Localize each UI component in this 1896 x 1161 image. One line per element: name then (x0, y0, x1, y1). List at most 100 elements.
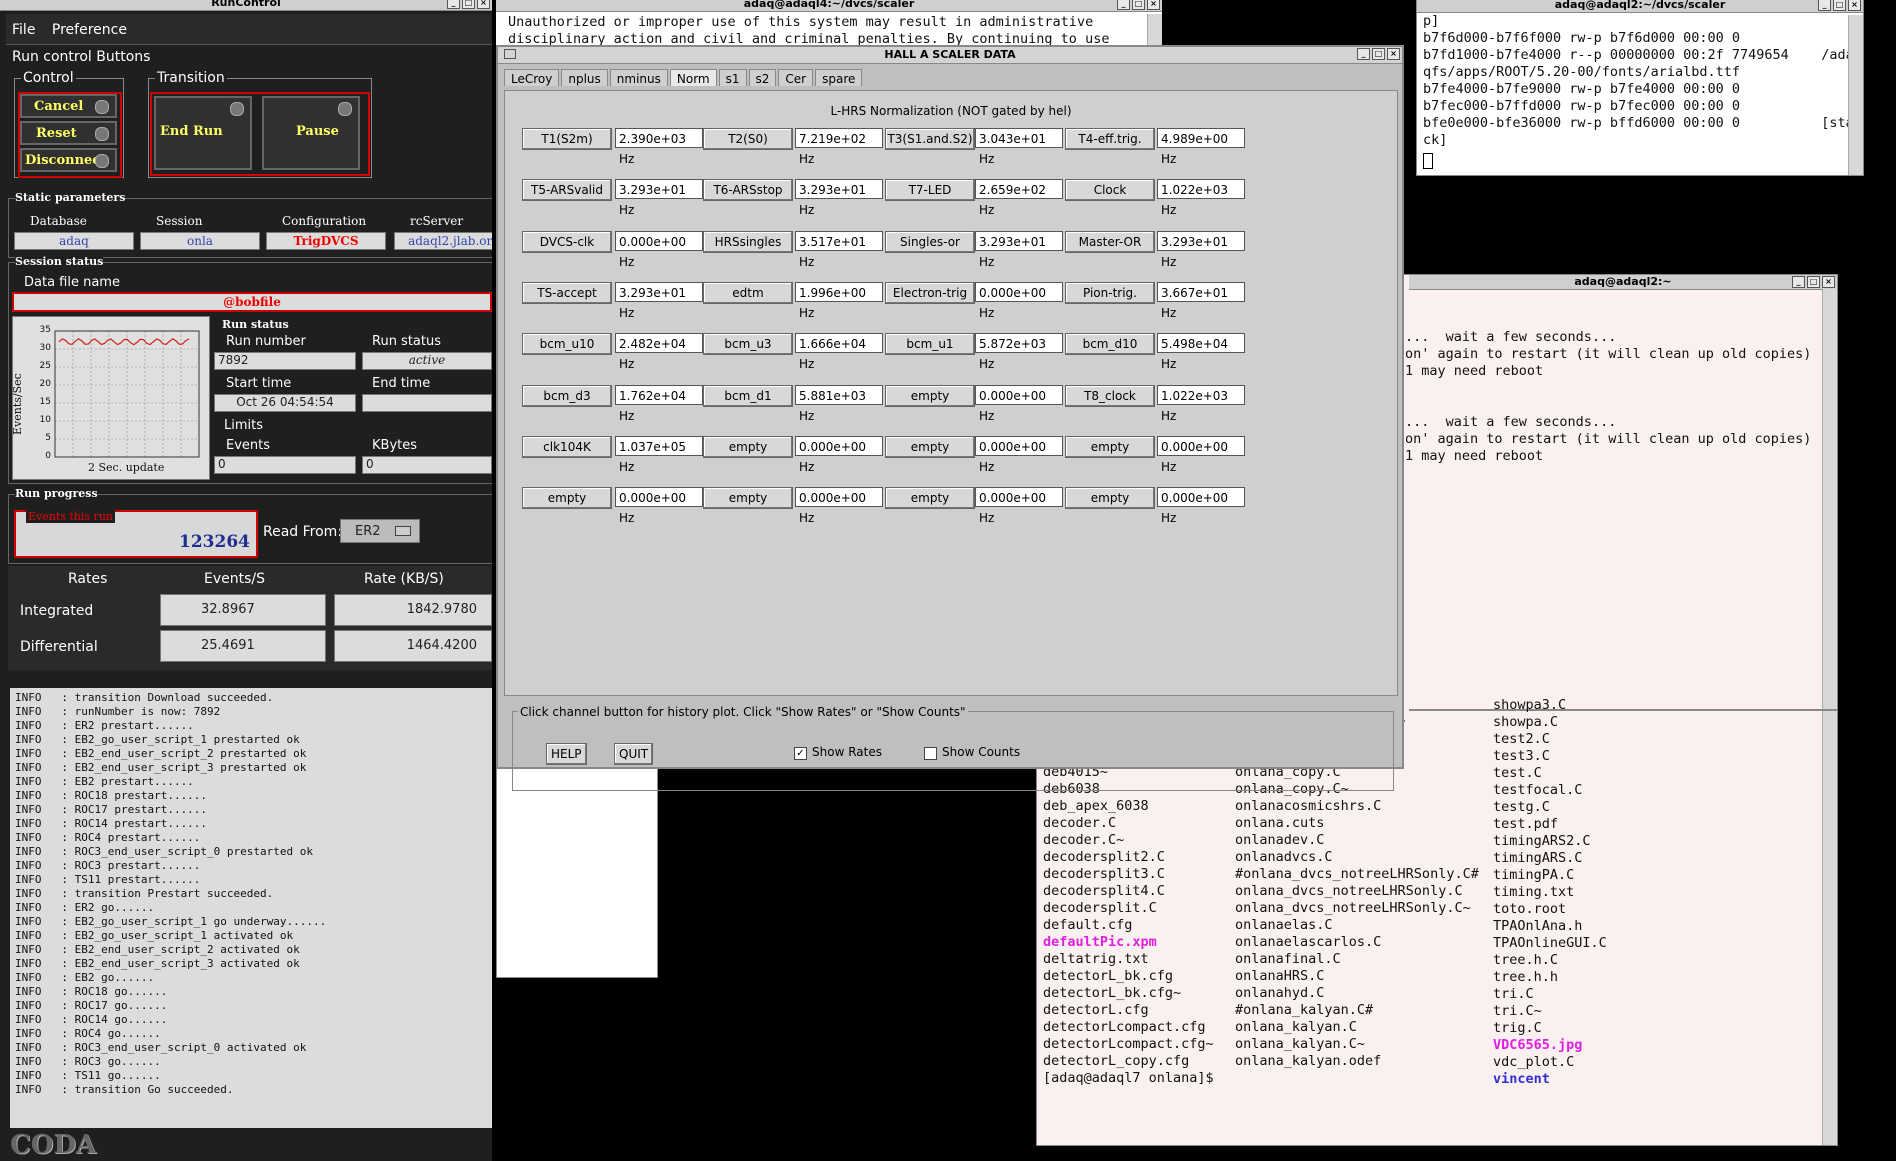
channel-button[interactable]: bcm_d10 (1065, 333, 1155, 356)
channel-button[interactable]: empty (885, 384, 975, 407)
channel-button[interactable]: clk104K (522, 435, 612, 458)
channel-button[interactable]: T1(S2m) (522, 128, 612, 150)
shell-prompt[interactable]: [adaq@adaql7 onlana]$ (1043, 1070, 1214, 1087)
channel-button[interactable]: edtm (703, 281, 793, 304)
tab-nminus[interactable]: nminus (609, 69, 668, 86)
close-icon[interactable]: × (1822, 276, 1835, 288)
file-entry: timingARS2.C (1493, 833, 1591, 849)
end-run-button[interactable]: End Run (154, 96, 252, 170)
run-status-label: Run status (222, 318, 289, 331)
file-entry: vincent (1493, 1071, 1550, 1087)
quit-button[interactable]: QUIT (614, 743, 654, 765)
menu-preference[interactable]: Preference (52, 22, 127, 38)
differential-rate-field: 1464.4200 (334, 630, 492, 662)
read-from-select[interactable]: ER2 (340, 519, 420, 543)
channel-button[interactable]: bcm_u3 (703, 333, 793, 356)
tab-nplus[interactable]: nplus (561, 69, 608, 86)
minimize-icon[interactable]: _ (1357, 48, 1370, 60)
channel-button[interactable]: empty (1065, 435, 1155, 458)
channel-button[interactable]: T2(S0) (703, 128, 793, 150)
channel-button[interactable]: empty (703, 487, 793, 510)
menu-file[interactable]: File (12, 22, 35, 38)
integrated-events-field: 32.8967 (160, 594, 326, 626)
static-params-label: Static parameters (15, 191, 126, 204)
differential-events-field: 25.4691 (160, 630, 326, 662)
scrollbar[interactable] (1848, 15, 1863, 175)
maximize-icon[interactable]: □ (1132, 0, 1145, 10)
scrollbar[interactable] (1822, 711, 1837, 1145)
show-counts-checkbox[interactable] (924, 747, 937, 760)
tab-norm[interactable]: Norm (669, 69, 717, 86)
channel-button[interactable]: T6-ARSstop (703, 179, 793, 202)
tab-lecroy[interactable]: LeCroy (504, 69, 560, 86)
rate-kbs-header: Rate (KB/S) (364, 571, 444, 587)
minimize-icon[interactable]: _ (447, 0, 460, 9)
maximize-icon[interactable]: □ (1807, 276, 1820, 288)
coda-logo: CODA (10, 1130, 97, 1160)
channel-button[interactable]: TS-accept (522, 281, 612, 304)
maximize-icon[interactable]: □ (1833, 0, 1846, 11)
channel-button[interactable]: Electron-trig (885, 281, 975, 304)
channel-button[interactable]: T8_clock (1065, 384, 1155, 407)
channel-button[interactable]: T3(S1.and.S2) (885, 128, 975, 150)
channel-button[interactable]: Clock (1065, 179, 1155, 202)
channel-button[interactable]: empty (522, 487, 612, 510)
channel-button[interactable]: bcm_d1 (703, 384, 793, 407)
top-terminal-titlebar: adaq@adaql4:~/dvcs/scaler _ □ × (496, 0, 1162, 12)
run-status-field: active (362, 352, 492, 370)
minimize-icon[interactable]: _ (1792, 276, 1805, 288)
window-menu-icon[interactable] (504, 49, 516, 59)
channel-button[interactable]: T5-ARSvalid (522, 179, 612, 202)
file-entry: detectorL_bk.cfg (1043, 968, 1174, 984)
minimize-icon[interactable]: _ (1117, 0, 1130, 10)
channel-button[interactable]: Master-OR (1065, 230, 1155, 253)
channel-button[interactable]: bcm_u10 (522, 333, 612, 356)
channel-button[interactable]: empty (703, 435, 793, 458)
file-entry: showpa3.C (1493, 697, 1567, 713)
channel-value: 4.989e+00 Hz (1157, 128, 1245, 166)
scrollbar[interactable] (1147, 14, 1162, 46)
channel-button[interactable]: T7-LED (885, 179, 975, 202)
channel-value: 5.872e+03 Hz (975, 333, 1063, 371)
channel-value: 7.219e+02 Hz (795, 128, 883, 166)
tab-s1[interactable]: s1 (718, 69, 747, 86)
close-icon[interactable]: × (477, 0, 490, 9)
show-rates-label: Show Rates (812, 745, 882, 759)
show-rates-checkbox[interactable]: ✓ (794, 747, 807, 760)
file-entry: detectorLcompact.cfg~ (1043, 1036, 1214, 1052)
tab-s2[interactable]: s2 (748, 69, 777, 86)
maximize-icon[interactable]: □ (462, 0, 475, 9)
channel-button[interactable]: HRSsingles (703, 230, 793, 253)
scrollbar[interactable] (1822, 289, 1837, 709)
close-icon[interactable]: × (1848, 0, 1861, 11)
pause-button[interactable]: Pause (262, 96, 360, 170)
file-entry: onlana_dvcs_notreeLHRSonly.C~ (1235, 900, 1471, 916)
channel-value: 3.293e+01 Hz (615, 179, 703, 217)
channel-button[interactable]: DVCS-clk (522, 230, 612, 253)
file-entry: TPAOnlineGUI.C (1493, 935, 1607, 951)
channel-button[interactable]: T4-eff.trig. (1065, 128, 1155, 150)
top-terminal-window: adaq@adaql4:~/dvcs/scaler _ □ × Unauthoriz… (496, 0, 1162, 48)
events-limit-field[interactable]: 0 (214, 456, 356, 474)
help-button[interactable]: HELP (546, 743, 587, 765)
tab-cer[interactable]: Cer (778, 69, 814, 86)
channel-button[interactable]: Singles-or (885, 230, 975, 253)
kbytes-limit-field[interactable]: 0 (362, 456, 492, 474)
close-icon[interactable]: × (1147, 0, 1160, 10)
channel-button[interactable]: empty (885, 435, 975, 458)
channel-button[interactable]: empty (1065, 487, 1155, 510)
channel-button[interactable]: bcm_u1 (885, 333, 975, 356)
file-entry: decoder.C (1043, 815, 1117, 831)
minimize-icon[interactable]: _ (1818, 0, 1831, 11)
close-icon[interactable]: × (1387, 48, 1400, 60)
read-from-label: Read From: (263, 524, 343, 540)
channel-button[interactable]: bcm_d3 (522, 384, 612, 407)
tab-spare[interactable]: spare (815, 69, 863, 86)
maximize-icon[interactable]: □ (1372, 48, 1385, 60)
file-entry: default.cfg (1043, 917, 1133, 933)
channel-button[interactable]: empty (885, 487, 975, 510)
channel-value: 0.000e+00 Hz (615, 487, 703, 525)
right-top-terminal-window: adaq@adaql2:~/dvcs/scaler _ □ × p] b7f6d00… (1416, 0, 1864, 176)
channel-value: 0.000e+00 Hz (975, 281, 1063, 320)
channel-button[interactable]: Pion-trig. (1065, 281, 1155, 304)
